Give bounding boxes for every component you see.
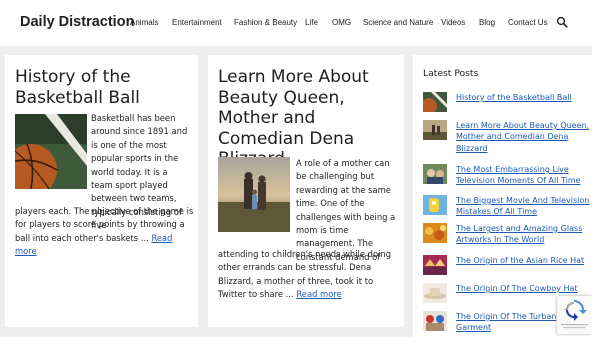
latest-post-thumbnail[interactable] bbox=[423, 164, 447, 184]
latest-posts-widget: Latest Posts History of the Basketball B… bbox=[413, 55, 592, 337]
nav-item-animals[interactable]: Animals bbox=[130, 18, 158, 27]
search-icon[interactable] bbox=[556, 16, 568, 28]
nav-item-blog[interactable]: Blog bbox=[479, 18, 495, 27]
recaptcha-badge[interactable] bbox=[557, 296, 592, 334]
latest-post-link[interactable]: The Largest and Amazing Glass Artworks I… bbox=[456, 223, 590, 246]
latest-post-link[interactable]: The Origin of the Asian Rice Hat bbox=[456, 255, 590, 266]
nav-item-omg[interactable]: OMG bbox=[332, 18, 351, 27]
latest-post-thumbnail[interactable] bbox=[423, 195, 447, 215]
site-header: Daily Distraction Animals Entertainment … bbox=[0, 0, 592, 46]
site-logo[interactable]: Daily Distraction bbox=[20, 14, 134, 30]
nav-item-science-nature[interactable]: Science and Nature bbox=[363, 18, 433, 27]
post-thumbnail-basketball[interactable] bbox=[15, 114, 87, 189]
latest-post-thumbnail[interactable] bbox=[423, 283, 447, 303]
nav-item-fashion-beauty[interactable]: Fashion & Beauty bbox=[234, 18, 297, 27]
latest-post-thumbnail[interactable] bbox=[423, 255, 447, 275]
nav-item-contact-us[interactable]: Contact Us bbox=[508, 18, 548, 27]
post-title[interactable]: History of the Basketball Ball bbox=[15, 67, 195, 108]
post-title[interactable]: Learn More About Beauty Queen, Mother an… bbox=[218, 67, 404, 170]
post-card: History of the Basketball Ball Basketbal… bbox=[5, 55, 198, 327]
latest-post-thumbnail[interactable] bbox=[423, 92, 447, 112]
latest-post-item: Learn More About Beauty Queen, Mother an… bbox=[423, 120, 592, 156]
latest-post-item: History of the Basketball Ball bbox=[423, 92, 592, 114]
post-card: Learn More About Beauty Queen, Mother an… bbox=[208, 55, 404, 327]
read-more-link[interactable]: Read more bbox=[296, 289, 341, 299]
latest-post-thumbnail[interactable] bbox=[423, 223, 447, 243]
latest-post-item: The Biggest Movie And Television Mistake… bbox=[423, 195, 592, 219]
latest-post-item: The Origin of the Asian Rice Hat bbox=[423, 255, 592, 277]
latest-post-link[interactable]: Learn More About Beauty Queen, Mother an… bbox=[456, 120, 590, 154]
nav-item-videos[interactable]: Videos bbox=[441, 18, 465, 27]
latest-post-thumbnail[interactable] bbox=[423, 311, 447, 331]
latest-post-item: The Largest and Amazing Glass Artworks I… bbox=[423, 223, 592, 247]
latest-post-link[interactable]: The Most Embarrassing Live Television Mo… bbox=[456, 164, 590, 187]
recaptcha-icon bbox=[561, 300, 588, 329]
post-thumbnail-family[interactable] bbox=[218, 157, 290, 232]
post-excerpt-continued: attending to children's needs while doin… bbox=[218, 248, 398, 302]
latest-post-link[interactable]: History of the Basketball Ball bbox=[456, 92, 590, 103]
post-excerpt-continued: players each. The objective of the game … bbox=[15, 205, 195, 259]
latest-post-link[interactable]: The Origin Of The Cowboy Hat bbox=[456, 283, 590, 294]
widget-title: Latest Posts bbox=[423, 68, 479, 79]
nav-item-life[interactable]: Life bbox=[305, 18, 318, 27]
latest-post-item: The Most Embarrassing Live Television Mo… bbox=[423, 164, 592, 188]
nav-item-entertainment[interactable]: Entertainment bbox=[172, 18, 222, 27]
latest-post-link[interactable]: The Biggest Movie And Television Mistake… bbox=[456, 195, 590, 218]
latest-post-thumbnail[interactable] bbox=[423, 120, 447, 140]
